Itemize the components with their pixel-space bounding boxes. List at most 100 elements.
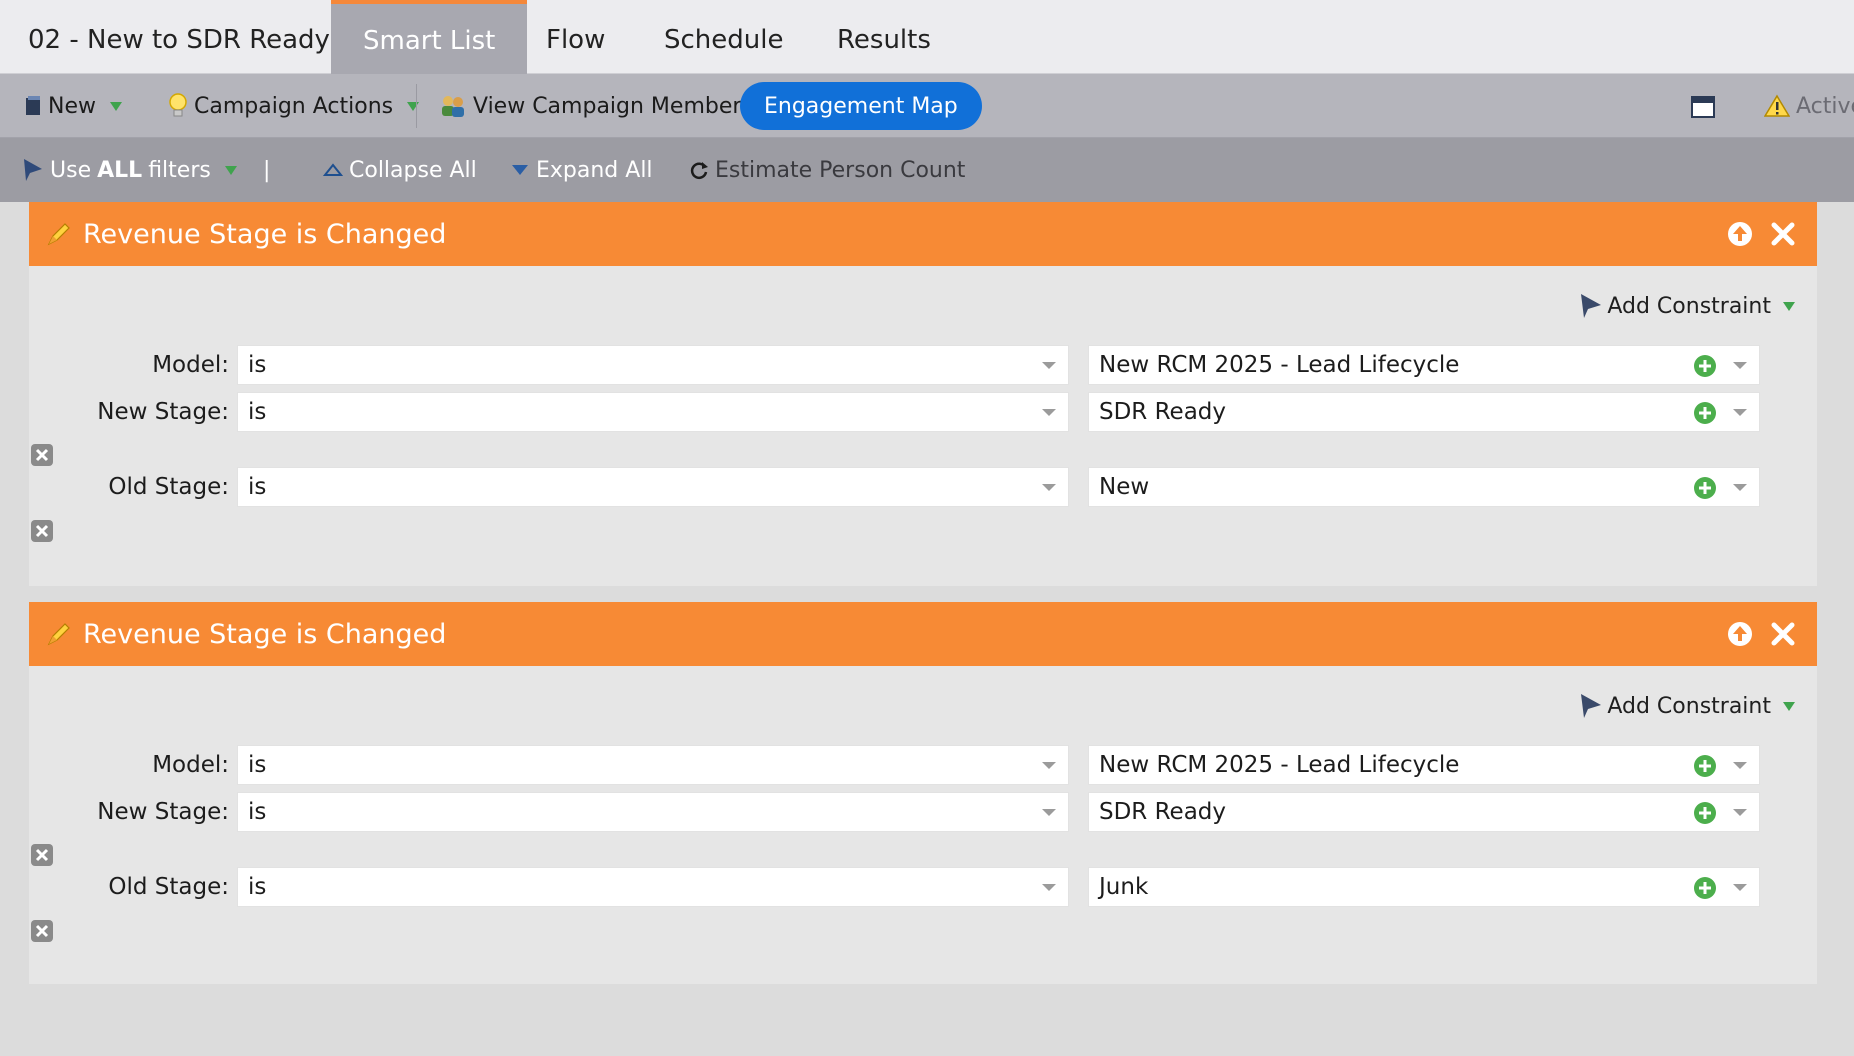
tab-smart-list[interactable]: Smart List (331, 0, 528, 74)
constraint-value: SDR Ready (1099, 399, 1227, 425)
collapse-all-button[interactable]: Collapse All (323, 138, 477, 202)
campaign-title: 02 - New to SDR Ready (28, 25, 330, 55)
add-value-icon[interactable] (1693, 354, 1717, 378)
value-select[interactable]: New (1088, 467, 1760, 507)
add-constraint-label: Add Constraint (1607, 293, 1771, 319)
warning-icon (1764, 94, 1790, 117)
add-value-icon[interactable] (1693, 876, 1717, 900)
value-select[interactable]: New RCM 2025 - Lead Lifecycle (1088, 745, 1760, 785)
campaign-status: Active (1764, 74, 1854, 138)
close-icon[interactable] (1769, 220, 1797, 248)
operator-select[interactable]: is (237, 792, 1069, 832)
add-value-icon[interactable] (1693, 754, 1717, 778)
estimate-person-count-button[interactable]: Estimate Person Count (689, 138, 965, 202)
operator-value: is (248, 474, 267, 500)
engagement-map-button[interactable]: Engagement Map (740, 82, 982, 130)
triangle-down-icon (512, 165, 528, 175)
window-icon[interactable] (1691, 96, 1715, 118)
filter-header[interactable]: Revenue Stage is Changed (29, 602, 1817, 666)
chevron-down-icon (1783, 301, 1795, 311)
expand-all-button[interactable]: Expand All (510, 138, 653, 202)
filter-panel: Revenue Stage is Changed Add Constraint … (29, 202, 1817, 586)
close-icon[interactable] (1769, 620, 1797, 648)
new-menu-button[interactable]: New (24, 74, 122, 138)
add-value-icon[interactable] (1693, 401, 1717, 425)
campaign-actions-label: Campaign Actions (194, 93, 394, 119)
constraint-label: Model: (152, 752, 229, 778)
constraint-label: Old Stage: (108, 874, 229, 900)
add-constraint-button[interactable]: Add Constraint (1579, 688, 1795, 724)
use-filters-suffix: filters (148, 157, 211, 183)
caret-down-icon (1733, 484, 1747, 491)
remove-constraint-icon[interactable] (30, 443, 54, 467)
filter-bar-separator: | (263, 157, 271, 183)
collapse-label: Collapse All (349, 157, 477, 183)
value-select[interactable]: SDR Ready (1088, 792, 1760, 832)
pencil-icon (47, 623, 70, 646)
caret-down-icon (1733, 884, 1747, 891)
tab-flow[interactable]: Flow (514, 0, 637, 74)
add-constraint-button[interactable]: Add Constraint (1579, 288, 1795, 324)
estimate-label: Estimate Person Count (715, 157, 966, 183)
filter-funnel-icon (1581, 294, 1602, 318)
filter-header[interactable]: Revenue Stage is Changed (29, 202, 1817, 266)
caret-down-icon (1733, 809, 1747, 816)
operator-select[interactable]: is (237, 867, 1069, 907)
constraint-label: Old Stage: (108, 474, 229, 500)
new-label: New (48, 93, 96, 119)
caret-down-icon (1733, 409, 1747, 416)
tab-schedule[interactable]: Schedule (632, 0, 815, 74)
caret-down-icon (1042, 809, 1056, 816)
constraint-value: New RCM 2025 - Lead Lifecycle (1099, 352, 1460, 378)
document-icon (26, 96, 40, 115)
chevron-down-icon (110, 101, 122, 111)
operator-value: is (248, 799, 267, 825)
constraint-value: Junk (1099, 874, 1149, 900)
constraint-label: Model: (152, 352, 229, 378)
operator-value: is (248, 399, 267, 425)
move-up-icon[interactable] (1726, 220, 1754, 248)
view-members-label: View Campaign Members (473, 93, 753, 119)
caret-down-icon (1042, 484, 1056, 491)
caret-down-icon (1042, 362, 1056, 369)
remove-constraint-icon[interactable] (30, 519, 54, 543)
add-value-icon[interactable] (1693, 801, 1717, 825)
constraint-value: New (1099, 474, 1150, 500)
remove-constraint-icon[interactable] (30, 919, 54, 943)
refresh-icon (690, 162, 708, 179)
chevron-down-icon (224, 165, 237, 175)
toolbar-divider (416, 84, 417, 128)
expand-label: Expand All (536, 157, 653, 183)
chevron-down-icon (407, 101, 420, 111)
filter-panel: Revenue Stage is Changed Add Constraint … (29, 602, 1817, 984)
toolbar: New Campaign Actions View Campaign Membe… (0, 74, 1854, 138)
operator-select[interactable]: is (237, 345, 1069, 385)
operator-value: is (248, 352, 267, 378)
add-value-icon[interactable] (1693, 476, 1717, 500)
caret-down-icon (1733, 362, 1747, 369)
constraint-label: New Stage: (97, 799, 229, 825)
operator-value: is (248, 874, 267, 900)
move-up-icon[interactable] (1726, 620, 1754, 648)
filter-title: Revenue Stage is Changed (83, 218, 447, 250)
value-select[interactable]: New RCM 2025 - Lead Lifecycle (1088, 345, 1760, 385)
caret-down-icon (1042, 762, 1056, 769)
filter-funnel-icon (1581, 694, 1602, 718)
use-all-filters-dropdown[interactable]: Use ALL filters (22, 138, 237, 202)
tab-results[interactable]: Results (805, 0, 963, 74)
operator-select[interactable]: is (237, 467, 1069, 507)
people-icon (442, 96, 464, 117)
filter-funnel-icon (24, 159, 42, 181)
use-filters-prefix: Use (50, 157, 92, 183)
view-campaign-members-button[interactable]: View Campaign Members (439, 74, 753, 138)
value-select[interactable]: SDR Ready (1088, 392, 1760, 432)
operator-select[interactable]: is (237, 392, 1069, 432)
triangle-up-icon (323, 163, 343, 176)
value-select[interactable]: Junk (1088, 867, 1760, 907)
remove-constraint-icon[interactable] (30, 843, 54, 867)
operator-select[interactable]: is (237, 745, 1069, 785)
filter-bar: Use ALL filters | Collapse All Expand Al… (0, 138, 1854, 202)
constraint-value: New RCM 2025 - Lead Lifecycle (1099, 752, 1460, 778)
campaign-actions-button[interactable]: Campaign Actions (168, 74, 420, 138)
add-constraint-label: Add Constraint (1607, 693, 1771, 719)
